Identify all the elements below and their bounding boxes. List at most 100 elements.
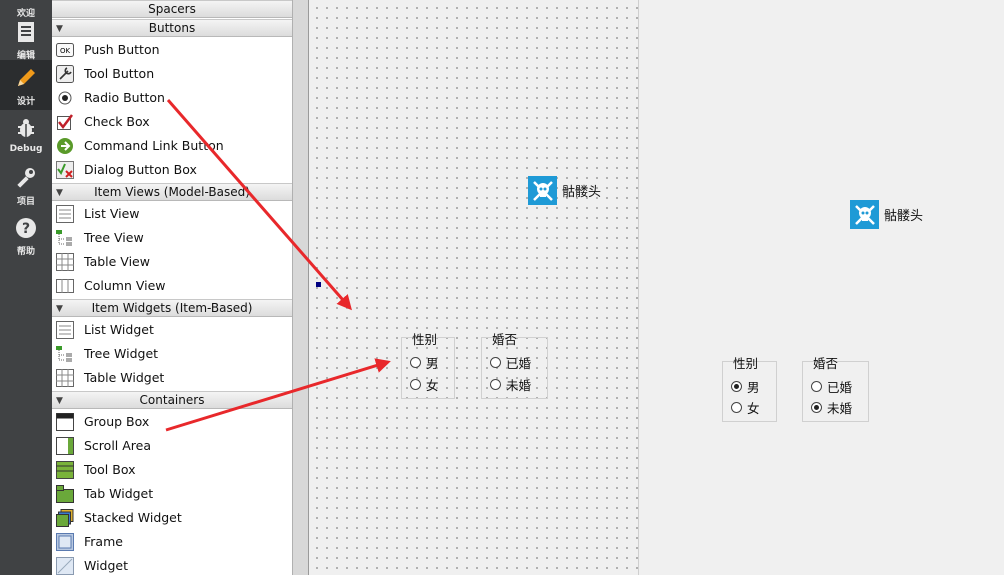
category-item-widgets[interactable]: ▼ Item Widgets (Item-Based)	[52, 299, 292, 317]
preview-marital-title: 婚否	[813, 356, 839, 371]
widget-label: Tab Widget	[84, 486, 154, 501]
category-label: Containers	[139, 393, 205, 407]
mode-edit[interactable]: 编辑	[0, 14, 52, 64]
command-link-arrow-icon	[56, 137, 74, 155]
widget-widget[interactable]: Widget	[52, 554, 292, 575]
widget-table-view[interactable]: Table View	[52, 250, 292, 274]
category-label: Item Views (Model-Based)	[94, 185, 250, 199]
widget-tree-view[interactable]: Tree View	[52, 226, 292, 250]
mode-project-label: 项目	[16, 197, 35, 207]
widget-command-link-button[interactable]: Command Link Button	[52, 134, 292, 158]
skull-icon	[528, 176, 557, 205]
radio-indicator	[490, 357, 501, 368]
widget-check-box[interactable]: Check Box	[52, 110, 292, 134]
preview-radio-married[interactable]: 已婚	[811, 377, 852, 396]
mode-design[interactable]: 设计	[0, 60, 52, 110]
widget-label: Group Box	[84, 414, 150, 429]
preview-radio-male[interactable]: 男	[731, 377, 760, 396]
widget-tree-widget[interactable]: Tree Widget	[52, 342, 292, 366]
widget-label: Table Widget	[84, 370, 165, 385]
widget-stacked-widget[interactable]: Stacked Widget	[52, 506, 292, 530]
design-pencil-icon	[0, 66, 52, 90]
widget-box-scrollbar[interactable]	[292, 0, 308, 575]
mode-project[interactable]: 项目	[0, 160, 52, 210]
chevron-down-icon: ▼	[56, 24, 63, 34]
form-canvas[interactable]: 骷髅头 性别 男 女 婚否 已婚 未婚	[308, 0, 638, 575]
svg-text:?: ?	[22, 221, 30, 237]
category-containers[interactable]: ▼ Containers	[52, 391, 292, 409]
preview-radio-female[interactable]: 女	[731, 398, 760, 417]
mode-debug[interactable]: Debug	[0, 110, 52, 160]
form-gender-group[interactable]: 性别 男 女	[401, 332, 455, 399]
form-radio-unmarried[interactable]: 未婚	[490, 375, 531, 394]
group-box-icon	[56, 413, 74, 431]
form-logo-text: 骷髅头	[562, 185, 602, 200]
project-wrench-icon	[0, 166, 52, 190]
widget-label: Push Button	[84, 42, 160, 57]
form-radio-married[interactable]: 已婚	[490, 353, 531, 372]
radio-label: 男	[747, 380, 760, 395]
widget-label: Column View	[84, 278, 166, 293]
radio-indicator-checked	[731, 381, 742, 392]
frame-icon	[56, 533, 74, 551]
widget-label: Tree Widget	[84, 346, 159, 361]
widget-scroll-area[interactable]: Scroll Area	[52, 434, 292, 458]
radio-label: 已婚	[827, 380, 853, 395]
svg-text:OK: OK	[60, 47, 71, 55]
mode-help[interactable]: ? 帮助	[0, 210, 52, 260]
radio-indicator	[811, 381, 822, 392]
category-item-views[interactable]: ▼ Item Views (Model-Based)	[52, 183, 292, 201]
list-view-icon	[56, 205, 74, 223]
list-widget-icon	[56, 321, 74, 339]
scroll-area-icon	[56, 437, 74, 455]
widget-label: List View	[84, 206, 140, 221]
form-logo-label[interactable]: 骷髅头	[528, 176, 601, 205]
widget-box: Spacers ▼ Buttons OK Push Button Tool Bu…	[52, 0, 292, 575]
category-spacers[interactable]: Spacers	[52, 0, 292, 18]
push-button-icon: OK	[56, 41, 74, 59]
widget-group-box[interactable]: Group Box	[52, 410, 292, 434]
preview-window: 骷髅头 性别 男 女 婚否 已婚 未婚	[638, 0, 1004, 575]
preview-logo-label: 骷髅头	[850, 200, 923, 229]
category-label: Spacers	[148, 2, 196, 16]
widget-frame[interactable]: Frame	[52, 530, 292, 554]
chevron-down-icon: ▼	[56, 304, 63, 314]
radio-button-icon	[56, 89, 74, 107]
preview-marital-group: 婚否 已婚 未婚	[802, 356, 869, 422]
form-radio-female[interactable]: 女	[410, 375, 439, 394]
widget-dialog-button-box[interactable]: Dialog Button Box	[52, 158, 292, 182]
widget-label: Widget	[84, 558, 129, 573]
preview-radio-unmarried[interactable]: 未婚	[811, 398, 852, 417]
dialog-button-box-icon	[56, 161, 74, 179]
widget-tool-button[interactable]: Tool Button	[52, 62, 292, 86]
widget-tab-widget[interactable]: Tab Widget	[52, 482, 292, 506]
form-radio-male[interactable]: 男	[410, 353, 439, 372]
chevron-down-icon: ▼	[56, 188, 63, 198]
widget-column-view[interactable]: Column View	[52, 274, 292, 298]
chevron-down-icon: ▼	[56, 396, 63, 406]
mode-debug-label: Debug	[9, 144, 43, 154]
widget-push-button[interactable]: OK Push Button	[52, 38, 292, 62]
widget-icon	[56, 557, 74, 575]
mode-design-label: 设计	[16, 97, 35, 107]
form-gender-title: 性别	[412, 332, 438, 347]
widget-label: Scroll Area	[84, 438, 152, 453]
widget-tool-box[interactable]: Tool Box	[52, 458, 292, 482]
radio-label: 男	[426, 356, 439, 371]
selection-handle[interactable]	[316, 282, 321, 287]
radio-label: 女	[426, 378, 439, 393]
radio-label: 女	[747, 401, 760, 416]
stacked-widget-icon	[56, 509, 74, 527]
form-marital-group[interactable]: 婚否 已婚 未婚	[481, 332, 548, 399]
category-label: Buttons	[148, 21, 196, 35]
widget-list-widget[interactable]: List Widget	[52, 318, 292, 342]
widget-label: Check Box	[84, 114, 150, 129]
widget-radio-button[interactable]: Radio Button	[52, 86, 292, 110]
widget-list-view[interactable]: List View	[52, 202, 292, 226]
category-buttons[interactable]: ▼ Buttons	[52, 19, 292, 37]
widget-table-widget[interactable]: Table Widget	[52, 366, 292, 390]
check-box-icon	[56, 113, 74, 131]
radio-indicator	[731, 402, 742, 413]
form-marital-title: 婚否	[492, 332, 518, 347]
mode-bar: 欢迎 编辑 设计 Debug 项目 ? 帮助	[0, 0, 52, 575]
